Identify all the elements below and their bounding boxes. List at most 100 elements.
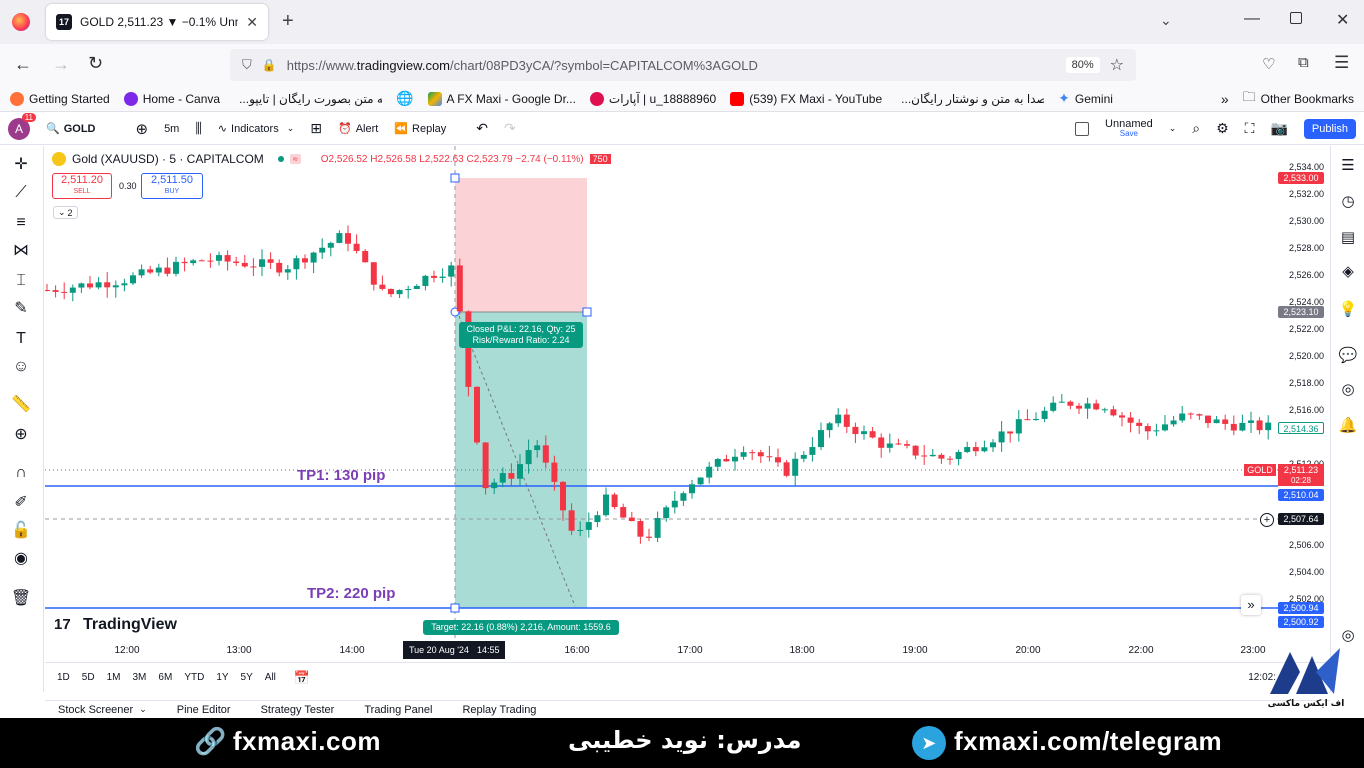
pattern-icon[interactable]: ⋈ bbox=[10, 240, 32, 262]
text-icon[interactable]: T bbox=[10, 328, 32, 350]
zoom-icon[interactable]: ⊕ bbox=[10, 424, 32, 446]
position-handle-entry[interactable] bbox=[582, 307, 592, 317]
range-6m[interactable]: 6M bbox=[158, 672, 172, 683]
tab-pine-editor[interactable]: Pine Editor bbox=[177, 704, 231, 716]
url-text[interactable]: https://www.tradingview.com/chart/08PD3y… bbox=[287, 58, 1056, 73]
range-ytd[interactable]: YTD bbox=[184, 672, 204, 683]
chart-pane[interactable]: TP1: 130 pip TP2: 220 pip TradingView 17… bbox=[45, 146, 1278, 640]
stop-loss-zone[interactable] bbox=[455, 178, 587, 312]
bookmark-globe[interactable]: 🌐 bbox=[396, 90, 413, 107]
zoom-level[interactable]: 80% bbox=[1065, 57, 1100, 73]
pocket-icon[interactable]: ♡ bbox=[1262, 55, 1275, 73]
pnl-info-box[interactable]: Closed P&L: 22.16, Qty: 25 Risk/Reward R… bbox=[459, 322, 583, 348]
bookmark-canva[interactable]: Home - Canva bbox=[123, 91, 220, 106]
restore-button[interactable] bbox=[1290, 12, 1302, 24]
chat-icon[interactable]: 💬 bbox=[1338, 346, 1358, 366]
avatar[interactable]: A 11 bbox=[8, 112, 36, 140]
magnet-icon[interactable]: ∩ bbox=[10, 462, 32, 484]
chevron-down-icon[interactable]: ⌄ bbox=[1169, 123, 1177, 134]
url-bar[interactable]: ⛉ 🔒 https://www.tradingview.com/chart/08… bbox=[230, 49, 1136, 81]
tab-stock-screener[interactable]: Stock Screener ⌄ bbox=[58, 704, 147, 716]
stream-icon[interactable]: ◎ bbox=[1338, 380, 1358, 400]
price-chart[interactable]: TP1: 130 pip TP2: 220 pip TradingView 17 bbox=[45, 146, 1278, 640]
range-3m[interactable]: 3M bbox=[133, 672, 147, 683]
tab-strategy-tester[interactable]: Strategy Tester bbox=[261, 704, 335, 716]
interval-button[interactable]: 5m bbox=[164, 123, 179, 135]
bell-icon[interactable]: 🔔 bbox=[1338, 416, 1358, 436]
scroll-to-realtime-button[interactable]: » bbox=[1241, 595, 1261, 615]
minimize-button[interactable]: — bbox=[1244, 10, 1260, 28]
browser-tab[interactable]: 17 GOLD 2,511.23 ▼ −0.1% Unnamed ✕ bbox=[46, 4, 268, 40]
position-handle-bottom[interactable] bbox=[450, 603, 460, 613]
bookmark-speech-to-text[interactable]: تبدیل صدا به متن و نوشتار رایگان... bbox=[896, 92, 1044, 106]
quick-search-icon[interactable]: ⌕ bbox=[1192, 120, 1200, 137]
symbol-title[interactable]: Gold (XAUUSD) · 5 · CAPITALCOM bbox=[72, 152, 264, 166]
watchlist-icon[interactable]: ☰ bbox=[1338, 156, 1358, 176]
brush-icon[interactable]: ✎ bbox=[10, 298, 32, 320]
eye-icon[interactable]: ◉ bbox=[10, 548, 32, 570]
replay-button[interactable]: ⏪ Replay bbox=[394, 122, 446, 136]
fullscreen-icon[interactable]: ⛶ bbox=[1245, 120, 1255, 137]
news-icon[interactable]: ▤ bbox=[1338, 228, 1358, 248]
redo-icon[interactable]: ↷ bbox=[504, 120, 516, 137]
site-link[interactable]: 🔗 fxmaxi.com bbox=[194, 726, 381, 757]
gear-icon[interactable]: ⚙ bbox=[1216, 120, 1229, 137]
layout-name-button[interactable]: Unnamed Save bbox=[1105, 118, 1153, 139]
alert-clock-icon[interactable]: ◷ bbox=[1338, 192, 1358, 212]
range-1d[interactable]: 1D bbox=[57, 672, 70, 683]
trend-line-icon[interactable]: ⟋ bbox=[10, 182, 32, 204]
other-bookmarks[interactable]: 🗀 Other Bookmarks bbox=[1243, 88, 1354, 110]
chevron-right-icon[interactable]: » bbox=[1221, 91, 1229, 107]
measure-icon[interactable]: ⌶ bbox=[10, 270, 32, 292]
bookmark-gemini[interactable]: ✦ Gemini bbox=[1058, 90, 1113, 107]
legend-collapse-button[interactable]: ⌄ 2 bbox=[53, 206, 78, 219]
extensions-icon[interactable]: ⧉ bbox=[1298, 54, 1309, 71]
bookmark-youtube[interactable]: (539) FX Maxi - YouTube bbox=[730, 91, 882, 106]
trash-icon[interactable]: 🗑 bbox=[10, 588, 32, 610]
lock-drawing-icon[interactable]: 🔓 bbox=[10, 520, 32, 542]
symbol-search[interactable]: 🔍 GOLD bbox=[46, 122, 95, 136]
undo-icon[interactable]: ↶ bbox=[476, 120, 488, 137]
tab-trading-panel[interactable]: Trading Panel bbox=[364, 704, 432, 716]
publish-button[interactable]: Publish bbox=[1303, 118, 1356, 139]
emoji-icon[interactable]: ☺ bbox=[10, 356, 32, 378]
range-1m[interactable]: 1M bbox=[107, 672, 121, 683]
back-icon[interactable]: ← bbox=[14, 54, 32, 75]
bookmark-google-drive[interactable]: A FX Maxi - Google Dr... bbox=[427, 91, 576, 106]
shield-icon[interactable]: ⛉ bbox=[242, 57, 252, 73]
ideas-icon[interactable]: 💡 bbox=[1338, 300, 1358, 320]
firefox-icon[interactable] bbox=[12, 13, 30, 31]
target-info-box[interactable]: Target: 22.16 (0.88%) 2,216, Amount: 155… bbox=[423, 620, 619, 635]
price-axis[interactable]: 2,534.00 2,532.00 2,530.00 2,528.00 2,526.00… bbox=[1244, 146, 1330, 640]
position-handle-top[interactable] bbox=[450, 173, 460, 183]
compare-plus-icon[interactable]: ⊕ bbox=[135, 120, 148, 138]
indicators-button[interactable]: ∿ Indicators ⌄ bbox=[218, 122, 294, 136]
close-icon[interactable]: ✕ bbox=[246, 14, 258, 31]
layout-checkbox[interactable] bbox=[1075, 121, 1090, 136]
buy-button[interactable]: 2,511.50 BUY bbox=[141, 173, 203, 199]
close-window-button[interactable]: ✕ bbox=[1336, 10, 1349, 30]
bookmark-aparat[interactable]: آپارات | u_18888960 bbox=[589, 91, 716, 106]
ruler-icon[interactable]: 📏 bbox=[10, 394, 32, 416]
camera-icon[interactable]: 📷 bbox=[1270, 120, 1287, 137]
range-5d[interactable]: 5D bbox=[82, 672, 95, 683]
range-1y[interactable]: 1Y bbox=[216, 672, 228, 683]
plus-icon[interactable]: + bbox=[282, 10, 294, 33]
candles-icon[interactable]: ⫼ bbox=[195, 120, 201, 137]
sell-button[interactable]: 2,511.20 SELL bbox=[52, 173, 112, 199]
forward-icon[interactable]: → bbox=[52, 54, 70, 75]
bookmark-typo[interactable]: تبدیل گفتار به متن بصورت رایگان | تایپو.… bbox=[234, 92, 382, 106]
menu-icon[interactable]: ☰ bbox=[1334, 53, 1349, 73]
templates-icon[interactable]: ⊞ bbox=[310, 120, 322, 137]
calendar-icon[interactable]: 📅 bbox=[294, 670, 310, 686]
range-all[interactable]: All bbox=[265, 672, 276, 683]
add-alert-plus-icon[interactable]: + bbox=[1260, 513, 1274, 527]
star-icon[interactable]: ☆ bbox=[1110, 55, 1124, 75]
reload-icon[interactable]: ↻ bbox=[88, 53, 103, 74]
fib-icon[interactable]: ≡ bbox=[10, 212, 32, 234]
layers-icon[interactable]: ◈ bbox=[1338, 262, 1358, 282]
bookmark-getting-started[interactable]: Getting Started bbox=[10, 91, 110, 106]
time-axis[interactable]: 12:00 13:00 14:00 16:00 17:00 18:00 19:00 20:00… bbox=[45, 640, 1278, 662]
crosshair-icon[interactable]: ✛ bbox=[10, 154, 32, 176]
lock-edit-icon[interactable]: ✐ bbox=[10, 492, 32, 514]
